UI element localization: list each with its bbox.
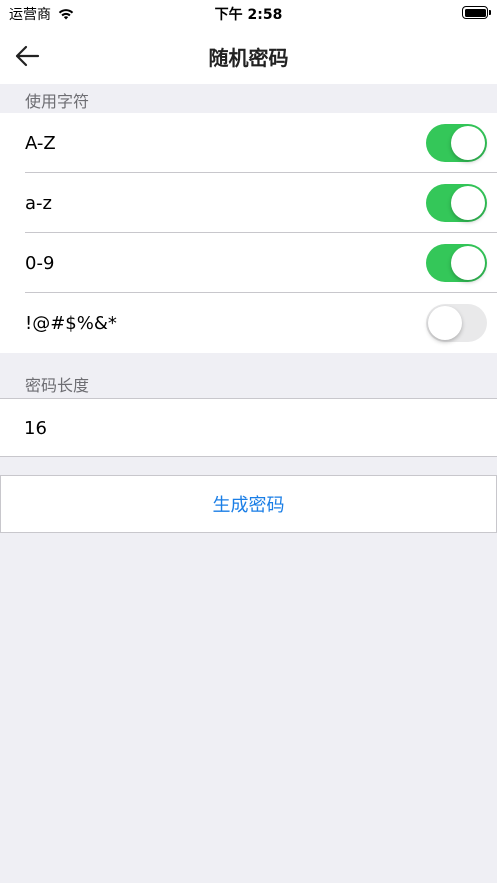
charset-group: A-Z a-z 0-9 !@#$%&* [0,113,497,353]
charset-row-uppercase: A-Z [0,113,497,173]
status-bar: 运营商 下午 2:58 [0,0,497,26]
charset-label: !@#$%&* [25,312,117,334]
toggle-knob [451,126,485,160]
uppercase-toggle[interactable] [426,124,487,162]
charset-label: 0-9 [25,252,55,274]
charset-row-digits: 0-9 [0,233,497,293]
toggle-knob [428,306,462,340]
charset-row-lowercase: a-z [0,173,497,233]
length-section-header: 密码长度 [25,376,90,395]
generate-password-button[interactable]: 生成密码 [0,475,497,533]
toggle-knob [451,246,485,280]
status-time: 下午 2:58 [214,7,283,23]
charset-label: A-Z [25,132,56,154]
password-length-input[interactable] [24,414,464,442]
symbols-toggle[interactable] [426,304,487,342]
charset-label: a-z [25,192,52,214]
digits-toggle[interactable] [426,244,487,282]
length-field [0,398,497,457]
toggle-knob [451,186,485,220]
charset-row-symbols: !@#$%&* [0,293,497,353]
charset-section-header: 使用字符 [25,92,90,111]
battery-icon [462,6,491,19]
navigation-bar: 随机密码 [0,26,497,84]
lowercase-toggle[interactable] [426,184,487,222]
page-title: 随机密码 [208,46,289,70]
